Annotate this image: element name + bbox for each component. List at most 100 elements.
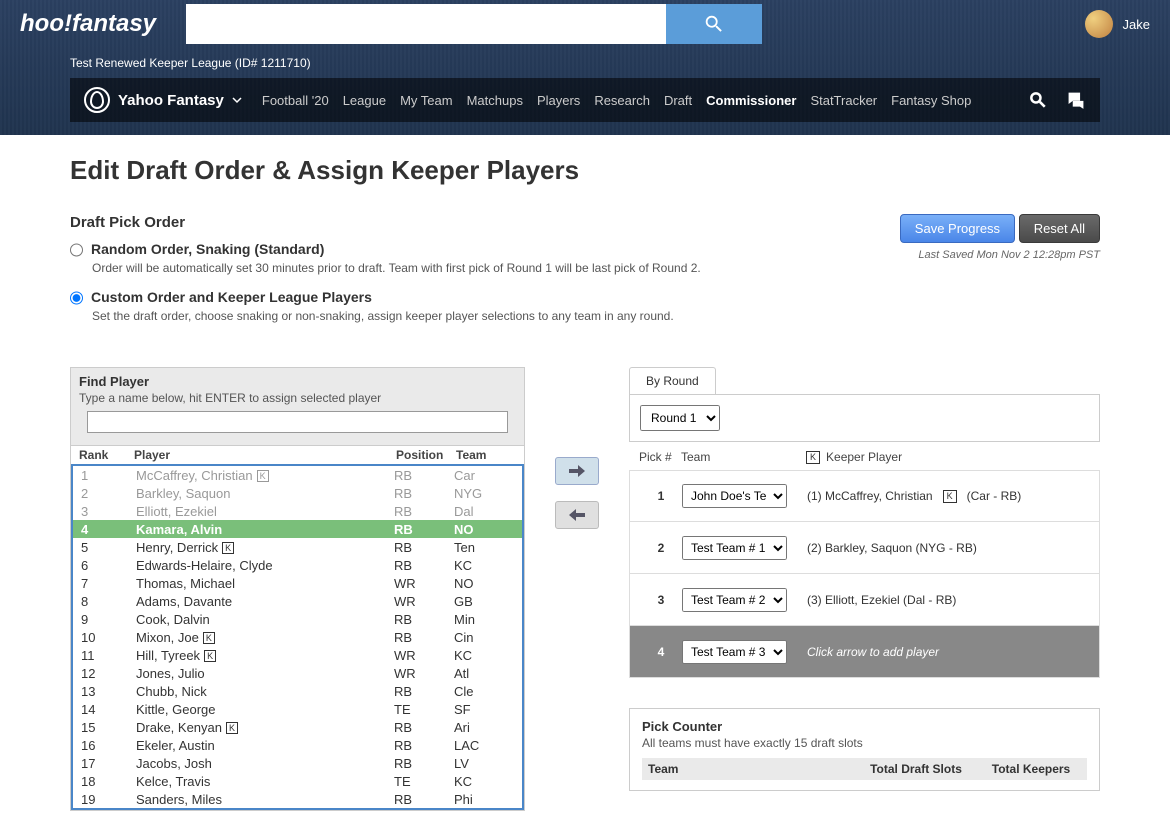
- player-row[interactable]: 6Edwards-Helaire, ClydeRBKC: [73, 556, 522, 574]
- nav-link-football-20[interactable]: Football '20: [262, 93, 329, 108]
- player-position: RB: [394, 720, 454, 735]
- player-name: Hill, TyreekK: [136, 648, 394, 663]
- draft-order-radio-1[interactable]: [70, 291, 83, 305]
- player-row[interactable]: 3Elliott, EzekielRBDal: [73, 502, 522, 520]
- chat-icon[interactable]: [1066, 90, 1086, 110]
- keeper-player-text: (3) Elliott, Ezekiel (Dal - RB): [807, 593, 1089, 607]
- col-header-keeper: Keeper Player: [826, 450, 902, 464]
- nav-link-matchups[interactable]: Matchups: [467, 93, 523, 108]
- team-select[interactable]: Test Team # 3: [682, 640, 787, 664]
- keeper-badge-icon: K: [222, 542, 234, 554]
- player-team: Phi: [454, 792, 514, 807]
- yahoo-fantasy-logo[interactable]: hoo!fantasy: [20, 10, 156, 38]
- player-position: TE: [394, 702, 454, 717]
- player-row[interactable]: 2Barkley, SaquonRBNYG: [73, 484, 522, 502]
- player-name: Mixon, JoeK: [136, 630, 394, 645]
- player-name: Cook, Dalvin: [136, 612, 394, 627]
- player-team: NO: [454, 522, 514, 537]
- arrow-left-icon: [569, 508, 585, 522]
- player-rank: 14: [81, 702, 136, 717]
- keeper-badge-icon: K: [226, 722, 238, 734]
- reset-all-button[interactable]: Reset All: [1019, 214, 1100, 243]
- page-title: Edit Draft Order & Assign Keeper Players: [70, 155, 1100, 186]
- assign-player-button[interactable]: [555, 457, 599, 485]
- player-team: Car: [454, 468, 514, 483]
- global-search: [186, 4, 762, 44]
- player-row[interactable]: 13Chubb, NickRBCle: [73, 682, 522, 700]
- player-name: Thomas, Michael: [136, 576, 394, 591]
- team-select[interactable]: Test Team # 1: [682, 536, 787, 560]
- player-row[interactable]: 14Kittle, GeorgeTESF: [73, 700, 522, 718]
- player-team: NYG: [454, 486, 514, 501]
- player-row[interactable]: 11Hill, TyreekKWRKC: [73, 646, 522, 664]
- nav-link-draft[interactable]: Draft: [664, 93, 692, 108]
- player-row[interactable]: 8Adams, DavanteWRGB: [73, 592, 522, 610]
- player-name: Jones, Julio: [136, 666, 394, 681]
- find-player-input[interactable]: [87, 411, 508, 433]
- player-position: RB: [394, 684, 454, 699]
- player-team: KC: [454, 774, 514, 789]
- nav-brand[interactable]: Yahoo Fantasy: [84, 87, 242, 113]
- nav-link-commissioner[interactable]: Commissioner: [706, 93, 796, 108]
- player-row[interactable]: 18Kelce, TravisTEKC: [73, 772, 522, 790]
- player-name: Adams, Davante: [136, 594, 394, 609]
- player-rank: 7: [81, 576, 136, 591]
- keeper-player-text: Click arrow to add player: [807, 645, 1089, 659]
- user-menu[interactable]: Jake: [1085, 10, 1150, 38]
- player-rank: 18: [81, 774, 136, 789]
- player-row[interactable]: 9Cook, DalvinRBMin: [73, 610, 522, 628]
- keeper-player-text: (1) McCaffrey, ChristianK (Car - RB): [807, 489, 1089, 503]
- keeper-badge-icon: K: [257, 470, 269, 482]
- search-button[interactable]: [666, 4, 762, 44]
- player-name: Henry, DerrickK: [136, 540, 394, 555]
- col-header-pick: Pick #: [639, 450, 681, 464]
- player-row[interactable]: 12Jones, JulioWRAtl: [73, 664, 522, 682]
- player-row[interactable]: 16Ekeler, AustinRBLAC: [73, 736, 522, 754]
- nav-link-research[interactable]: Research: [594, 93, 650, 108]
- nav-search-icon[interactable]: [1028, 90, 1048, 110]
- draft-order-radio-0[interactable]: [70, 243, 83, 257]
- player-rank: 8: [81, 594, 136, 609]
- player-rank: 11: [81, 648, 136, 663]
- search-icon: [703, 13, 725, 35]
- player-position: RB: [394, 630, 454, 645]
- user-name: Jake: [1123, 17, 1150, 32]
- nav-link-my-team[interactable]: My Team: [400, 93, 453, 108]
- unassign-player-button[interactable]: [555, 501, 599, 529]
- player-row[interactable]: 15Drake, KenyanKRBAri: [73, 718, 522, 736]
- find-player-title: Find Player: [79, 374, 516, 389]
- avatar: [1085, 10, 1113, 38]
- player-row[interactable]: 1McCaffrey, ChristianKRBCar: [73, 466, 522, 484]
- player-rank: 13: [81, 684, 136, 699]
- player-row[interactable]: 17Jacobs, JoshRBLV: [73, 754, 522, 772]
- player-row[interactable]: 4Kamara, AlvinRBNO: [73, 520, 522, 538]
- round-select[interactable]: Round 1: [640, 405, 720, 431]
- keeper-badge-icon: K: [204, 650, 216, 662]
- player-position: RB: [394, 468, 454, 483]
- search-input[interactable]: [186, 4, 666, 44]
- player-name: Ekeler, Austin: [136, 738, 394, 753]
- player-team: Atl: [454, 666, 514, 681]
- draft-order-desc: Order will be automatically set 30 minut…: [92, 261, 900, 275]
- player-row[interactable]: 5Henry, DerrickKRBTen: [73, 538, 522, 556]
- nav-link-league[interactable]: League: [343, 93, 386, 108]
- team-select[interactable]: John Doe's Team: [682, 484, 787, 508]
- col-header-player: Player: [134, 448, 396, 462]
- tab-by-round[interactable]: By Round: [629, 367, 716, 394]
- draft-order-desc: Set the draft order, choose snaking or n…: [92, 309, 900, 323]
- nav-link-stattracker[interactable]: StatTracker: [810, 93, 877, 108]
- col-header-team2: Team: [681, 450, 806, 464]
- player-row[interactable]: 7Thomas, MichaelWRNO: [73, 574, 522, 592]
- team-select[interactable]: Test Team # 2: [682, 588, 787, 612]
- player-row[interactable]: 10Mixon, JoeKRBCin: [73, 628, 522, 646]
- save-progress-button[interactable]: Save Progress: [900, 214, 1015, 243]
- nav-link-fantasy-shop[interactable]: Fantasy Shop: [891, 93, 971, 108]
- player-name: Kittle, George: [136, 702, 394, 717]
- player-name: Drake, KenyanK: [136, 720, 394, 735]
- player-row[interactable]: 19Sanders, MilesRBPhi: [73, 790, 522, 808]
- league-info[interactable]: Test Renewed Keeper League (ID# 1211710): [0, 48, 1170, 70]
- player-position: RB: [394, 756, 454, 771]
- player-position: RB: [394, 504, 454, 519]
- nav-link-players[interactable]: Players: [537, 93, 580, 108]
- player-team: Ari: [454, 720, 514, 735]
